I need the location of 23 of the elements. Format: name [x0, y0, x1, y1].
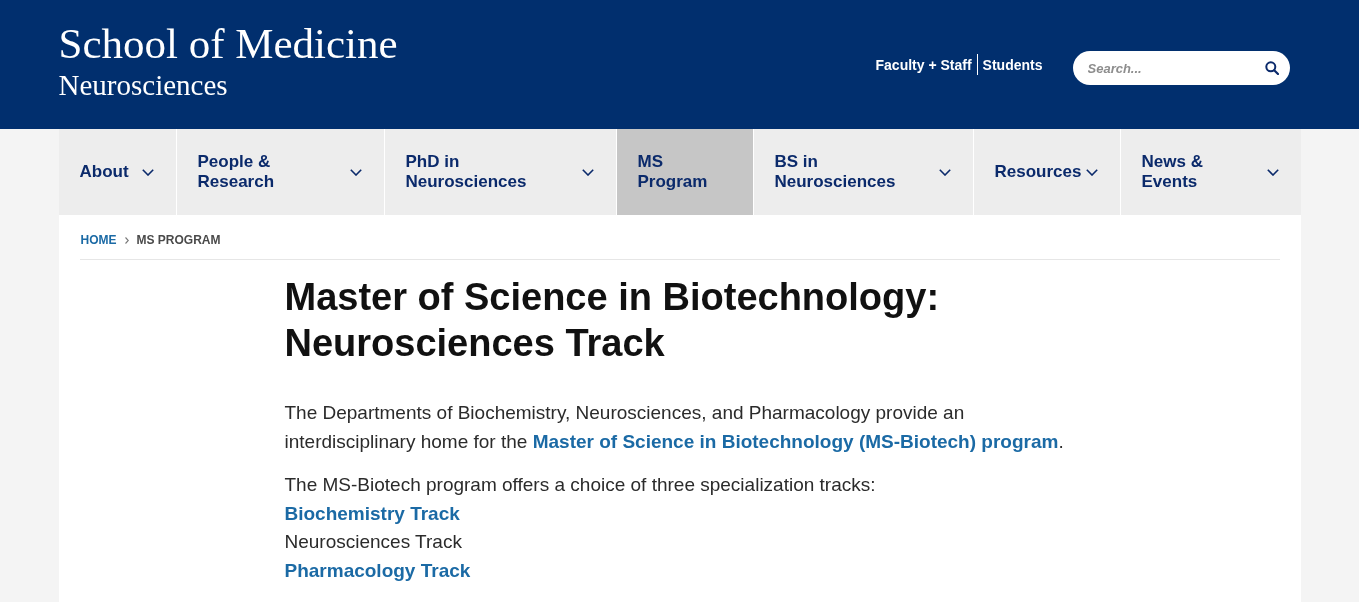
utility-link[interactable]: Faculty + Staff	[875, 55, 972, 74]
track-link[interactable]: Pharmacology Track	[284, 556, 471, 585]
nav-menu-item[interactable]: Resources	[973, 129, 1120, 215]
intro-paragraph: The Departments of Biochemistry, Neurosciences, and Pharmacology provide an interdisciplinary home for the Master of Science in Biotechnology (MS-Biotech) program.	[284, 401, 1065, 454]
search-field[interactable]: Search...	[1072, 51, 1290, 85]
nav-menu-item[interactable]: People & Research	[176, 129, 384, 215]
page-heading: Master of Science in Biotechnology: Neurosciences Track	[284, 275, 941, 366]
search-icon[interactable]	[1264, 61, 1279, 75]
nav-menu-item[interactable]: PhD in Neurosciences	[384, 129, 616, 215]
nav-menu-item[interactable]: News & Events	[1120, 129, 1301, 215]
site-subtitle: Neurosciences	[58, 68, 228, 102]
breadcrumb-link[interactable]: HOME	[80, 231, 117, 249]
nav-menu-item[interactable]: About	[58, 129, 176, 215]
track-text: Neurosciences Track	[284, 530, 462, 554]
program-link[interactable]: Master of Science in Biotechnology (MS-Biotech) program	[532, 430, 1059, 452]
nav-menu-item[interactable]: MS Program	[616, 129, 753, 215]
nav-menu-item[interactable]: BS in Neurosciences	[753, 129, 973, 215]
breadcrumb-current: MS PROGRAM	[136, 232, 221, 249]
utility-link[interactable]: Students	[982, 55, 1043, 74]
chevron-right-icon	[124, 236, 129, 244]
track-link[interactable]: Biochemistry Track	[284, 499, 460, 528]
site-title: School of Medicine	[58, 20, 398, 68]
tracks-intro-text: The MS-Biotech program offers a choice of three specialization tracks:	[284, 473, 876, 497]
